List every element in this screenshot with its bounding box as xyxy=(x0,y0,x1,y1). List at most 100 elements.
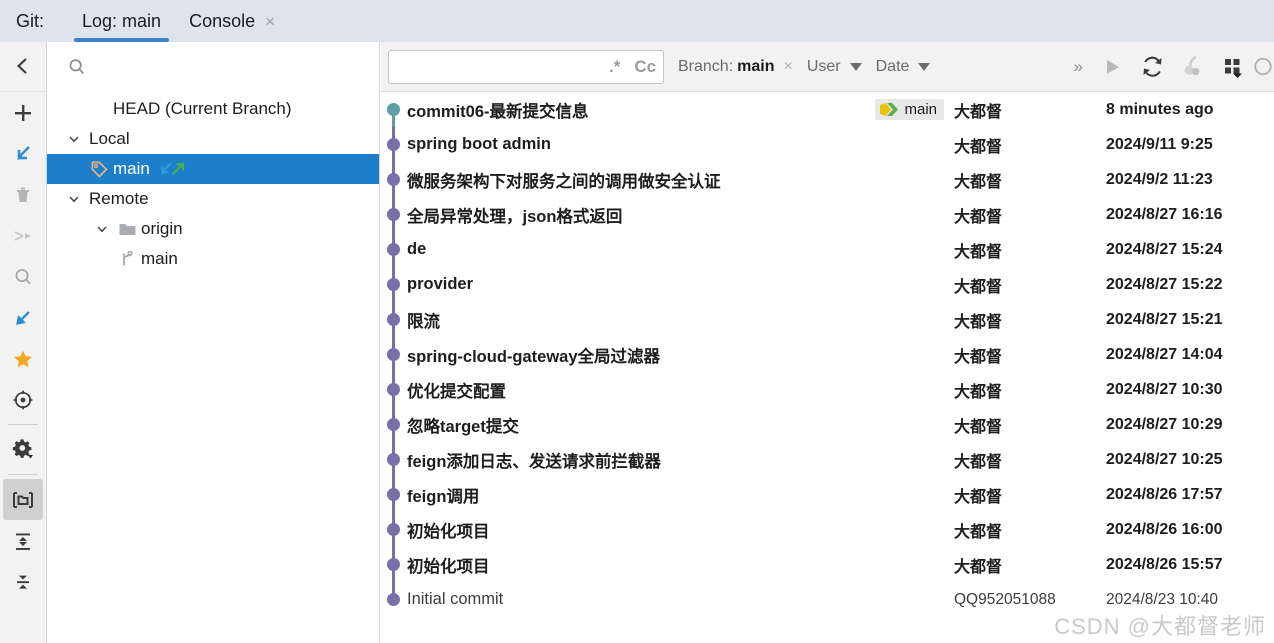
commit-graph-cell xyxy=(381,407,407,442)
branches-search-field[interactable] xyxy=(47,41,379,92)
refresh-button[interactable] xyxy=(1132,47,1172,87)
branch-ref-label[interactable]: main xyxy=(875,99,944,120)
commit-subject: spring boot admin xyxy=(407,135,551,153)
tree-item-origin-main[interactable]: main xyxy=(47,244,379,274)
user-filter[interactable]: User xyxy=(807,58,862,76)
git-log-window: Git: Log: main Console × HEAD (Current B… xyxy=(0,0,1274,643)
checkout-button[interactable] xyxy=(3,133,43,174)
commit-row[interactable]: 初始化项目 大都督 2024/8/26 16:00 xyxy=(381,512,1274,547)
commit-author: 大都督 xyxy=(954,313,1003,331)
commit-node xyxy=(387,243,400,256)
commit-row[interactable]: 限流 大都督 2024/8/27 15:21 xyxy=(381,302,1274,337)
show-current-branch-button[interactable] xyxy=(3,379,43,420)
merge-arrows-icon xyxy=(14,230,31,241)
commit-subject: 初始化项目 xyxy=(407,557,490,576)
delete-branch-button[interactable] xyxy=(3,174,43,215)
commit-row[interactable]: feign添加日志、发送请求前拦截器 大都督 2024/8/27 10:25 xyxy=(381,442,1274,477)
commit-row[interactable]: 初始化项目 大都督 2024/8/26 15:57 xyxy=(381,547,1274,582)
cherry-pick-button[interactable] xyxy=(1172,47,1212,87)
commit-subject: 优化提交配置 xyxy=(407,382,506,401)
commit-date: 2024/8/27 10:30 xyxy=(1106,380,1223,398)
chevron-down-icon xyxy=(849,62,862,71)
toolbar-overflow-button[interactable]: » xyxy=(1065,57,1092,77)
collapse-all-button[interactable] xyxy=(3,561,43,602)
case-sensitive-toggle[interactable]: Cc xyxy=(627,57,663,77)
commit-node xyxy=(387,173,400,186)
plus-icon xyxy=(15,104,31,121)
close-icon[interactable]: × xyxy=(783,58,792,76)
commit-row[interactable]: de 大都督 2024/8/27 15:24 xyxy=(381,232,1274,267)
commit-subject: feign添加日志、发送请求前拦截器 xyxy=(407,452,661,471)
favorite-button[interactable] xyxy=(3,338,43,379)
commit-row[interactable]: feign调用 大都督 2024/8/26 17:57 xyxy=(381,477,1274,512)
commit-date: 2024/8/27 15:22 xyxy=(1106,275,1223,293)
commit-node xyxy=(387,383,400,396)
commit-row[interactable]: provider 大都督 2024/8/27 15:22 xyxy=(381,267,1274,302)
commit-author: 大都督 xyxy=(954,453,1003,471)
tree-item-origin[interactable]: origin xyxy=(47,214,379,244)
group-by-directory-button[interactable] xyxy=(3,479,43,520)
tree-item-origin-label: origin xyxy=(141,219,183,238)
commit-date: 2024/8/27 15:24 xyxy=(1106,240,1223,258)
new-branch-button[interactable] xyxy=(3,92,43,133)
tree-item-remote[interactable]: Remote xyxy=(47,184,379,214)
folder-bracket-icon xyxy=(13,491,33,508)
search-branches-button[interactable] xyxy=(3,256,43,297)
date-filter[interactable]: Date xyxy=(876,58,931,76)
commit-date: 2024/8/26 17:57 xyxy=(1106,485,1223,503)
commit-graph-cell xyxy=(381,232,407,267)
tab-console[interactable]: Console × xyxy=(175,0,289,42)
pull-button[interactable] xyxy=(3,297,43,338)
branch-filter[interactable]: Branch: main × xyxy=(678,58,793,76)
rail-divider-2 xyxy=(8,474,38,475)
commit-node xyxy=(387,558,400,571)
chevron-down-icon[interactable] xyxy=(61,192,87,206)
commit-graph-cell xyxy=(381,547,407,582)
commit-graph-cell xyxy=(381,127,407,162)
close-icon[interactable]: × xyxy=(265,13,275,30)
tab-log-main[interactable]: Log: main xyxy=(68,0,175,42)
branch-icon xyxy=(115,250,139,269)
commit-subject: provider xyxy=(407,275,474,293)
tree-item-local[interactable]: Local xyxy=(47,124,379,154)
settings-button[interactable] xyxy=(3,429,43,470)
commit-row[interactable]: 优化提交配置 大都督 2024/8/27 10:30 xyxy=(381,372,1274,407)
commit-node xyxy=(387,278,400,291)
column-chooser-button[interactable] xyxy=(1212,47,1252,87)
commit-node xyxy=(387,453,400,466)
commit-row[interactable]: 忽略target提交 大都督 2024/8/27 10:29 xyxy=(381,407,1274,442)
tag-icon xyxy=(87,160,111,179)
star-icon xyxy=(14,350,32,367)
expand-all-button[interactable] xyxy=(3,520,43,561)
tree-item-local-main[interactable]: main xyxy=(47,154,379,184)
commit-subject: spring-cloud-gateway全局过滤器 xyxy=(407,347,661,366)
commit-row[interactable]: spring-cloud-gateway全局过滤器 大都督 2024/8/27 14… xyxy=(381,337,1274,372)
collapse-all-icon xyxy=(17,575,29,589)
cherry-pick-icon xyxy=(1184,56,1199,76)
commit-row[interactable]: 全局异常处理，json格式返回 大都督 2024/8/27 16:16 xyxy=(381,197,1274,232)
log-search-input[interactable] xyxy=(403,58,602,75)
commit-row[interactable]: commit06-最新提交信息 main 大都督 8 minutes ago xyxy=(381,92,1274,127)
commit-row[interactable]: spring boot admin 大都督 2024/9/11 9:25 xyxy=(381,127,1274,162)
merge-button[interactable] xyxy=(3,215,43,256)
collapse-panel-button[interactable] xyxy=(0,41,47,92)
commit-list[interactable]: commit06-最新提交信息 main 大都督 8 minutes ago sprin… xyxy=(381,92,1274,643)
tree-item-local-main-label: main xyxy=(113,159,150,178)
chevron-down-icon[interactable] xyxy=(61,132,87,146)
vcs-label: Git: xyxy=(16,10,45,31)
commit-graph-cell xyxy=(381,197,407,232)
regex-toggle[interactable]: .* xyxy=(602,57,627,77)
apply-filters-button[interactable] xyxy=(1092,47,1132,87)
help-button[interactable] xyxy=(1252,47,1274,87)
tree-item-remote-label: Remote xyxy=(89,189,149,208)
chevron-down-icon[interactable] xyxy=(89,222,115,236)
tree-item-head[interactable]: HEAD (Current Branch) xyxy=(47,94,379,124)
ref-tag-icon xyxy=(880,103,899,116)
log-search-field[interactable]: .* Cc xyxy=(388,49,664,84)
commit-row[interactable]: Initial commit QQ952051088 2024/8/23 10:40 xyxy=(381,582,1274,617)
commit-row[interactable]: 微服务架构下对服务之间的调用做安全认证 大都督 2024/9/2 11:23 xyxy=(381,162,1274,197)
commit-node xyxy=(387,208,400,221)
arrow-down-left-blue-icon xyxy=(16,310,30,325)
search-input[interactable] xyxy=(99,58,379,75)
commit-node xyxy=(387,138,400,151)
